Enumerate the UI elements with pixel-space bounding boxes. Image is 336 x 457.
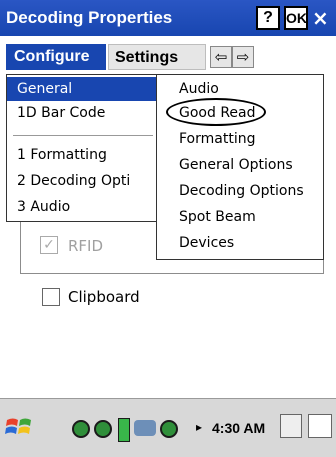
submenu-item-decoding-options[interactable]: Decoding Options — [169, 179, 304, 203]
submenu-item-spot-beam[interactable]: Spot Beam — [169, 205, 256, 229]
battery-icon[interactable] — [118, 418, 130, 442]
network-icon[interactable] — [72, 420, 90, 438]
clipboard-label: Clipboard — [68, 288, 140, 306]
submenu-item-devices[interactable]: Devices — [169, 231, 234, 255]
highlight-circle — [166, 98, 266, 126]
clipboard-checkbox[interactable] — [42, 288, 60, 306]
tab-scroll-left-button[interactable]: ⇦ — [210, 46, 232, 68]
menu-separator — [13, 135, 153, 136]
menu-item-audio[interactable]: 3 Audio — [7, 195, 70, 219]
keyboard-icon[interactable] — [280, 414, 302, 438]
clock[interactable]: 4:30 AM — [212, 420, 265, 436]
rfid-label: RFID — [68, 237, 104, 255]
window-title: Decoding Properties — [6, 8, 173, 27]
windows-start-icon[interactable] — [4, 414, 36, 440]
tab-configure[interactable]: Configure — [6, 44, 106, 70]
tab-scroll-right-button[interactable]: ⇨ — [232, 46, 254, 68]
tab-settings[interactable]: Settings — [108, 44, 206, 70]
close-button[interactable]: × — [312, 6, 329, 30]
wireless-icon[interactable] — [160, 420, 178, 438]
desktop-icon[interactable] — [308, 414, 332, 438]
configure-menu: General 1D Bar Code 1 Formatting 2 Decod… — [6, 74, 160, 222]
menu-item-decoding-options[interactable]: 2 Decoding Opti — [7, 169, 130, 193]
rfid-checkbox[interactable]: ✓ — [40, 236, 58, 254]
submenu-item-general-options[interactable]: General Options — [169, 153, 293, 177]
menu-item-1d-bar-code[interactable]: 1D Bar Code — [7, 101, 105, 125]
menu-item-formatting[interactable]: 1 Formatting — [7, 143, 107, 167]
help-button[interactable]: ? — [256, 6, 280, 30]
connection-icon[interactable] — [134, 420, 156, 436]
network-icon[interactable] — [94, 420, 112, 438]
menu-item-general[interactable]: General — [7, 77, 159, 101]
submenu-item-formatting[interactable]: Formatting — [169, 127, 255, 151]
tray-expander-icon[interactable]: ▸ — [196, 420, 202, 434]
ok-button[interactable]: OK — [284, 6, 308, 30]
